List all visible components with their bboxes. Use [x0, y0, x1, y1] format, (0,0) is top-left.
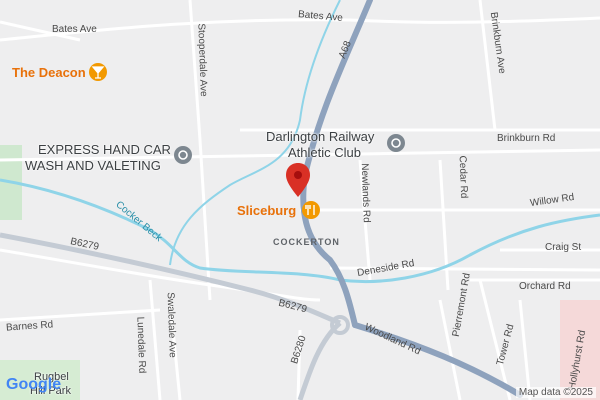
street-label-bates-ave-left: Bates Ave [52, 24, 97, 35]
street-label-swaledale-ave: Swaledale Ave [164, 292, 178, 358]
street-label-cedar-rd: Cedar Rd [456, 155, 470, 199]
place-label-the-deacon[interactable]: The Deacon [12, 66, 86, 79]
place-label-express-line1[interactable]: EXPRESS HAND CAR [38, 143, 171, 156]
street-label-craig-st: Craig St [545, 242, 582, 253]
street-label-brinkburn-rd: Brinkburn Rd [497, 133, 556, 144]
google-logo: Google [6, 376, 61, 394]
place-label-railway-line2[interactable]: Athletic Club [288, 146, 361, 159]
district-label-cockerton: COCKERTON [273, 237, 340, 247]
map-attribution[interactable]: Map data ©2025 [515, 387, 596, 398]
street-label-stooperdale-ave: Stooperdale Ave [195, 23, 209, 97]
express-car-wash-icon[interactable] [174, 146, 192, 164]
google-logo-text: Google [6, 376, 62, 393]
street-label-lunedale-rd: Lunedale Rd [134, 316, 148, 374]
place-label-express-line2[interactable]: WASH AND VALETING [25, 159, 161, 172]
place-label-railway-line1[interactable]: Darlington Railway [266, 130, 374, 143]
map-canvas[interactable]: Bates Ave Bates Ave A68 Stooperdale Ave … [0, 0, 600, 400]
street-label-newlands-rd: Newlands Rd [358, 163, 372, 223]
street-label-orchard-rd: Orchard Rd [519, 281, 571, 292]
railway-club-icon[interactable] [387, 134, 405, 152]
bar-icon[interactable] [89, 63, 107, 81]
place-label-sliceburg[interactable]: Sliceburg [237, 204, 296, 217]
restaurant-icon[interactable] [302, 201, 320, 219]
